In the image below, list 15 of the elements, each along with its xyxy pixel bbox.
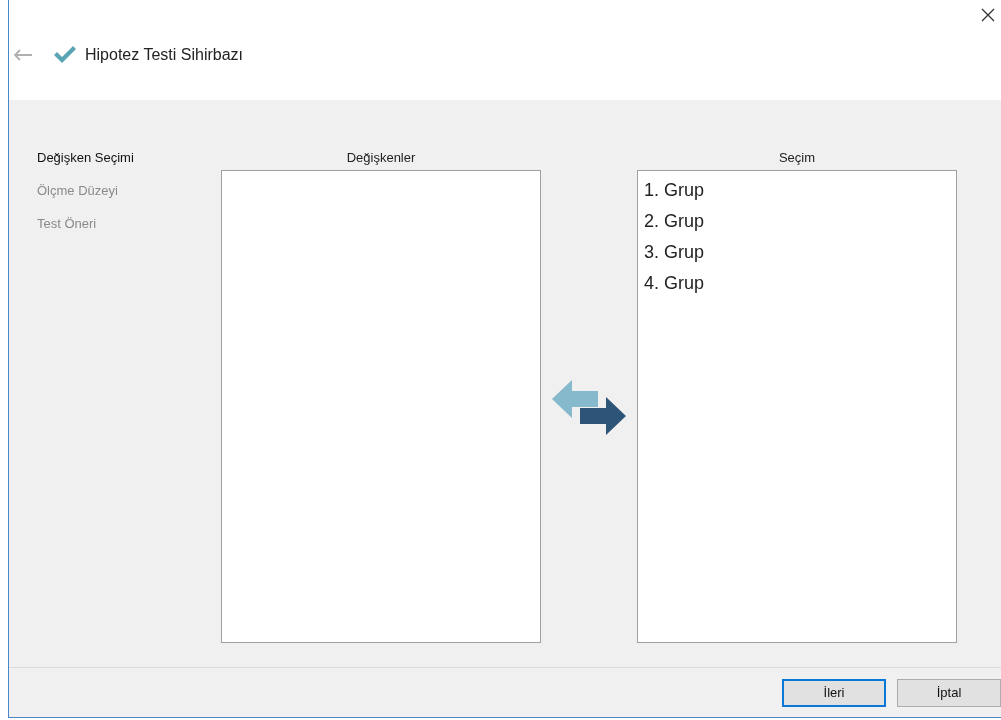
list-item[interactable]: 2. Grup (644, 206, 705, 237)
list-heading: Değişkenler (346, 149, 416, 166)
close-icon (981, 8, 995, 22)
list-item[interactable]: 4. Grup (644, 268, 705, 299)
dialog-button[interactable]: İptal (897, 678, 1001, 707)
swap-arrows-icon (550, 377, 628, 438)
selection-list[interactable]: 1. Grup 2. Grup 3. Grup 4. Grup (637, 170, 957, 643)
back-arrow-icon (13, 49, 33, 61)
window-title: Hipotez Testi Sihirbazı (85, 45, 243, 65)
list-item[interactable]: 1. Grup (644, 175, 705, 206)
list-item[interactable]: 3. Grup (644, 237, 705, 268)
dialog-button[interactable]: İleri (782, 678, 886, 707)
check-icon (53, 46, 77, 64)
wizard-step[interactable]: Değişken Seçimi (37, 148, 221, 168)
list-heading: Seçim (778, 149, 816, 166)
